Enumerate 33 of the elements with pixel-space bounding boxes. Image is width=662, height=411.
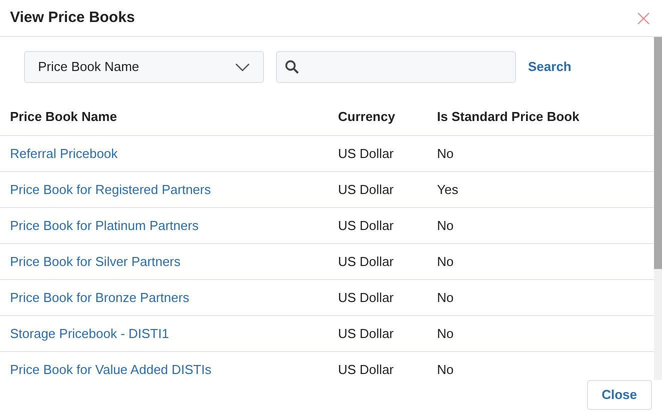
scrollbar[interactable] [654, 37, 662, 380]
column-header: Is Standard Price Book [436, 108, 580, 126]
currency-cell: US Dollar [338, 146, 394, 161]
standard-cell: No [437, 290, 454, 305]
price-book-link[interactable]: Referral Pricebook [10, 146, 118, 161]
price-book-link[interactable]: Price Book for Platinum Partners [10, 218, 199, 233]
currency-cell: US Dollar [338, 290, 394, 305]
standard-cell: No [437, 362, 454, 377]
currency-cell: US Dollar [338, 362, 394, 377]
field-dropdown[interactable]: Price Book Name [24, 51, 264, 83]
currency-cell: US Dollar [338, 218, 394, 233]
currency-cell: US Dollar [338, 254, 394, 269]
price-book-link[interactable]: Price Book for Registered Partners [10, 182, 211, 197]
search-field[interactable] [276, 51, 516, 83]
currency-cell: US Dollar [338, 182, 394, 197]
standard-cell: Yes [437, 182, 458, 197]
price-book-link[interactable]: Price Book for Silver Partners [10, 254, 181, 269]
standard-cell: No [437, 326, 454, 341]
price-book-link[interactable]: Price Book for Value Added DISTIs [10, 362, 212, 377]
close-button[interactable]: Close [586, 380, 652, 410]
standard-cell: No [437, 146, 454, 161]
dialog-title: View Price Books [10, 8, 135, 28]
column-header: Currency [337, 108, 396, 126]
search-icon [285, 60, 299, 74]
price-book-link[interactable]: Price Book for Bronze Partners [10, 290, 190, 305]
currency-cell: US Dollar [338, 326, 394, 341]
standard-cell: No [437, 218, 454, 233]
chevron-down-icon [235, 62, 250, 72]
search-link[interactable]: Search [528, 57, 572, 77]
column-header: Price Book Name [9, 108, 118, 126]
price-book-link[interactable]: Storage Pricebook - DISTI1 [10, 326, 169, 341]
close-icon[interactable] [637, 12, 650, 24]
standard-cell: No [437, 254, 454, 269]
